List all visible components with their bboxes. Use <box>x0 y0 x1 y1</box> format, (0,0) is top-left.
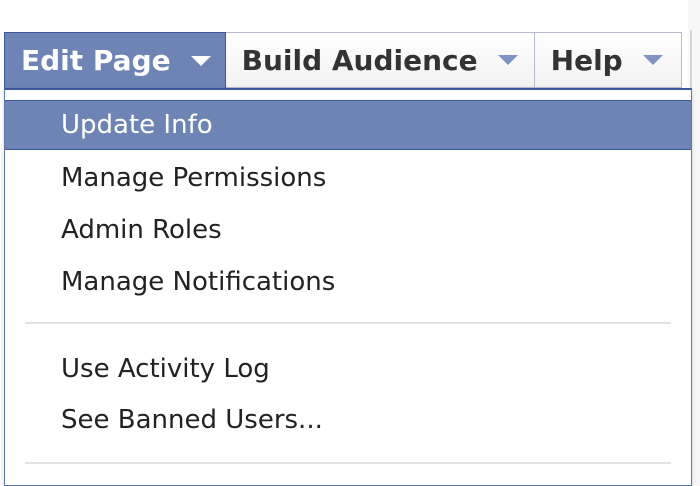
divider <box>690 30 692 90</box>
tab-build-audience[interactable]: Build Audience <box>225 32 535 88</box>
menu-separator <box>25 322 671 324</box>
tab-build-audience-label: Build Audience <box>241 43 478 77</box>
admin-tab-bar: Edit Page Build Audience Help <box>4 32 682 88</box>
menu-item-see-banned-users[interactable]: See Banned Users... <box>5 395 691 445</box>
tab-help-label: Help <box>550 43 623 77</box>
chevron-down-icon <box>497 55 518 65</box>
menu-separator <box>25 462 671 464</box>
menu-item-use-activity-log[interactable]: Use Activity Log <box>5 344 691 394</box>
edit-page-dropdown-menu: Update Info Manage Permissions Admin Rol… <box>4 88 692 486</box>
menu-item-manage-permissions[interactable]: Manage Permissions <box>5 153 691 203</box>
menu-item-update-info[interactable]: Update Info <box>5 100 691 150</box>
tab-help[interactable]: Help <box>534 32 682 88</box>
menu-item-admin-roles[interactable]: Admin Roles <box>5 205 691 255</box>
page-root: Edit Page Build Audience Help Update Inf… <box>0 0 700 486</box>
tab-edit-page-label: Edit Page <box>21 44 171 77</box>
menu-item-manage-notifications[interactable]: Manage Notifications <box>5 257 691 307</box>
chevron-down-icon <box>190 55 211 66</box>
chevron-down-icon <box>642 55 663 65</box>
tab-edit-page[interactable]: Edit Page <box>4 32 226 88</box>
